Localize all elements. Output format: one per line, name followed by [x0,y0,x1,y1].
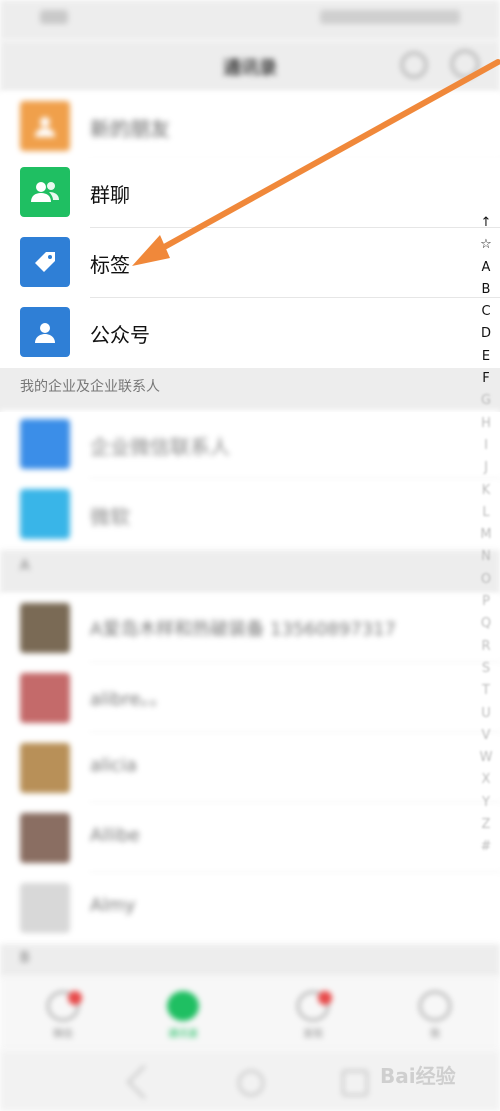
home-icon[interactable] [238,1070,264,1096]
person-icon [419,991,451,1021]
tab-bar: 微信 通讯录 发现 我 [0,976,500,1051]
tab-label: 微信 [53,1029,73,1040]
watermark-logo: Bai经验 [380,1064,456,1088]
tab-contacts[interactable]: 通讯录 [158,987,208,1043]
tab-label: 发现 [303,1029,323,1040]
tab-chats[interactable]: 微信 [38,987,88,1043]
recents-icon[interactable] [342,1070,368,1096]
unread-badge [318,991,332,1005]
annotation-arrow [132,59,500,266]
unread-badge [68,991,82,1005]
contacts-icon [167,991,199,1021]
back-icon[interactable] [127,1065,161,1099]
tab-me[interactable]: 我 [410,987,460,1043]
tab-label: 我 [430,1029,440,1040]
tab-label: 通讯录 [168,1029,198,1040]
tab-discover[interactable]: 发现 [288,987,338,1043]
